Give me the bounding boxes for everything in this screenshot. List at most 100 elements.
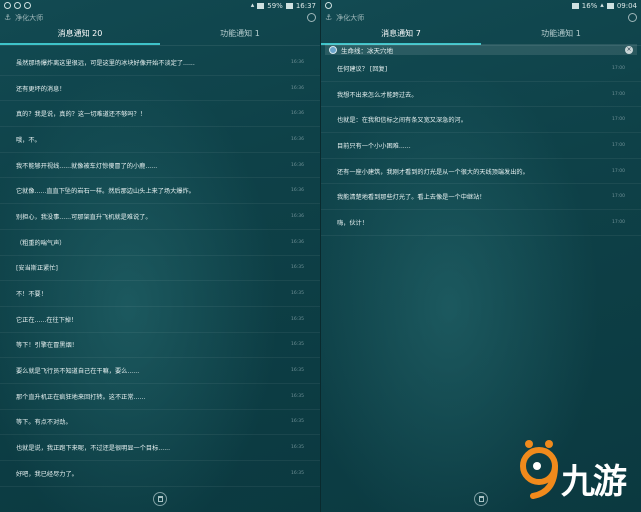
notification-time: 16:36: [291, 239, 304, 245]
notification-item[interactable]: 我想不出来怎么才能跨过去。 17:00: [321, 82, 641, 108]
clear-all-button[interactable]: [474, 492, 488, 506]
notification-item[interactable]: （粗重的喘气声） 16:36: [0, 230, 320, 256]
battery-icon: [285, 2, 293, 9]
notification-time: 17:00: [612, 117, 625, 123]
notification-item[interactable]: 等下！引擎在冒黑烟！ 16:35: [0, 333, 320, 359]
notification-time: 16:36: [291, 85, 304, 91]
notification-time: 16:35: [291, 316, 304, 322]
notification-icon: [4, 2, 11, 9]
notification-text: 别担心，我没事......可那架直升飞机就是难说了。: [16, 213, 152, 221]
carrier-row: ⚓ 净化大师: [4, 12, 316, 23]
notification-time: 16:35: [291, 291, 304, 297]
signal-icon: [257, 2, 265, 9]
notification-item[interactable]: 也就是：在我和信标之间有条又宽又深急的河。 17:00: [321, 107, 641, 134]
notification-time: 16:36: [291, 213, 304, 219]
tab-function-notifications[interactable]: 功能通知 1: [481, 25, 641, 45]
notification-time: 16:35: [291, 368, 304, 374]
app-icon: [329, 45, 337, 54]
notification-text: 还有更坏的消息！: [16, 85, 66, 93]
notification-time: 17:00: [612, 142, 625, 148]
tab-message-notifications[interactable]: 消息通知 20: [0, 25, 160, 45]
close-icon[interactable]: ×: [625, 45, 633, 54]
notification-item[interactable]: 我不能够开视线......就像被车灯惊傻冒了的小鹿...... 16:36: [0, 153, 320, 179]
notification-text: 我能清楚地看到那些灯光了。看上去像是一个中继站！: [337, 194, 486, 202]
notification-item[interactable]: [安当斯正紧忙] 16:35: [0, 256, 320, 282]
notification-text: 等下！引擎在冒黑烟！: [16, 342, 78, 350]
notification-time: 17:00: [612, 65, 625, 71]
tab-bar: 消息通知 20 功能通知 1: [0, 25, 320, 45]
tab-function-notifications[interactable]: 功能通知 1: [160, 25, 320, 45]
tab-divider: [0, 45, 320, 46]
notification-text: 哦，不。: [16, 136, 41, 144]
notification-text: 真的？我是说，真的？这一切难道还不够吗？！: [16, 111, 146, 119]
notification-time: 16:35: [291, 470, 304, 476]
clock: 16:37: [295, 1, 316, 10]
notification-item[interactable]: 还有一座小建筑，我刚才看到的灯光是从一个很大的天线顶端发出的。 17:00: [321, 159, 641, 185]
notification-time: 16:36: [291, 111, 304, 117]
notification-item[interactable]: 嗨，伙计！ 17:00: [321, 210, 641, 236]
settings-icon[interactable]: [307, 13, 316, 22]
carrier-label: 净化大师: [336, 13, 365, 22]
signal-icon: [571, 2, 579, 9]
battery-text: 59%: [267, 1, 283, 10]
notification-time: 17:00: [612, 219, 625, 225]
notification-text: 那个直升机正在疯狂地来回打转。这不正常......: [16, 393, 146, 401]
clear-all-button[interactable]: [153, 492, 167, 506]
notification-item[interactable]: 等下。有点不对劲。 16:35: [0, 410, 320, 436]
tab-bar: 消息通知 7 功能通知 1: [321, 25, 641, 45]
notification-text: （粗重的喘气声）: [16, 239, 66, 247]
anchor-icon: ⚓: [325, 13, 333, 22]
wifi-icon: ▴: [250, 1, 255, 9]
sync-icon: [14, 2, 21, 9]
battery-text: 16%: [581, 1, 598, 10]
notification-text: 要么就是飞行员不知道自己在干嘛，要么......: [16, 368, 140, 376]
notification-item[interactable]: 也就是说，我正跑下来呢，不过还是很明显一个目标...... 16:35: [0, 435, 320, 461]
carrier-row: ⚓ 净化大师: [325, 12, 637, 23]
notification-item[interactable]: 我能清楚地看到那些灯光了。看上去像是一个中继站！ 17:00: [321, 184, 641, 211]
notification-text: 不！不要！: [16, 291, 47, 299]
watermark-logo: 九游: [511, 436, 629, 504]
notification-list: 虽然那场爆炸离这里很远，可是这里的冰块好像开始不淡定了...... 16:36 还有…: [0, 50, 320, 487]
left-notification-screen: ▴ 59% 16:37 ⚓ 净化大师 消息通知 20 功能通知 1 虽然那场爆炸…: [0, 0, 320, 512]
notification-item[interactable]: 它就像......直直下坠的岩石一样。然后那边山头上来了场大爆炸。 16:36: [0, 178, 320, 205]
notification-text: 它就像......直直下坠的岩石一样。然后那边山头上来了场大爆炸。: [16, 188, 195, 196]
notification-text: 也就是说，我正跑下来呢，不过还是很明显一个目标......: [16, 445, 171, 453]
notification-item[interactable]: 它正在......在往下掉！ 16:35: [0, 307, 320, 333]
notification-item[interactable]: 好吧，我已经尽力了。 16:35: [0, 461, 320, 487]
watermark-text: 九游: [561, 462, 627, 502]
notification-item[interactable]: 要么就是飞行员不知道自己在干嘛，要么...... 16:35: [0, 358, 320, 384]
headset-icon: [24, 2, 31, 9]
notification-text: [安当斯正紧忙]: [16, 265, 58, 273]
settings-icon[interactable]: [628, 13, 637, 22]
notification-item[interactable]: 哦，不。 16:36: [0, 127, 320, 153]
notification-item[interactable]: 目前只有一个小小困难...... 17:00: [321, 133, 641, 159]
notification-item[interactable]: 任何建议？ [回复] 17:00: [321, 56, 641, 82]
notification-item[interactable]: 还有更坏的消息！ 16:36: [0, 76, 320, 102]
notification-time: 16:35: [291, 419, 304, 425]
status-bar: ▴ 59% 16:37: [0, 0, 320, 11]
notification-time: 17:00: [612, 168, 625, 174]
notification-text: 目前只有一个小小困难......: [337, 142, 411, 150]
notification-time: 16:35: [291, 393, 304, 399]
wifi-icon: ▴: [600, 1, 604, 9]
notification-time: 17:00: [612, 91, 625, 97]
notification-item[interactable]: 虽然那场爆炸离这里很远，可是这里的冰块好像开始不淡定了...... 16:36: [0, 50, 320, 76]
tab-message-notifications[interactable]: 消息通知 7: [321, 25, 481, 45]
notification-item[interactable]: 不！不要！ 16:35: [0, 281, 320, 307]
right-notification-screen: 16% ▴ 09:04 ⚓ 净化大师 消息通知 7 功能通知 1 生命线：冰天穴…: [321, 0, 641, 512]
notification-text: 任何建议？ [回复]: [337, 65, 388, 73]
notification-time: 16:36: [291, 188, 304, 194]
notification-time: 16:36: [291, 162, 304, 168]
notification-item[interactable]: 别担心，我没事......可那架直升飞机就是难说了。 16:36: [0, 204, 320, 230]
notification-icon: [325, 2, 332, 9]
notification-time: 16:36: [291, 59, 304, 65]
notification-item[interactable]: 真的？我是说，真的？这一切难道还不够吗？！ 16:36: [0, 101, 320, 128]
notification-time: 16:35: [291, 342, 304, 348]
notification-text: 我想不出来怎么才能跨过去。: [337, 91, 418, 99]
anchor-icon: ⚓: [4, 13, 12, 22]
app-notification-header[interactable]: 生命线：冰天穴地 ×: [325, 44, 637, 55]
trash-icon: [157, 496, 163, 502]
notification-time: 16:36: [291, 136, 304, 142]
notification-item[interactable]: 那个直升机正在疯狂地来回打转。这不正常...... 16:35: [0, 384, 320, 410]
notification-text: 也就是：在我和信标之间有条又宽又深急的河。: [337, 117, 467, 125]
